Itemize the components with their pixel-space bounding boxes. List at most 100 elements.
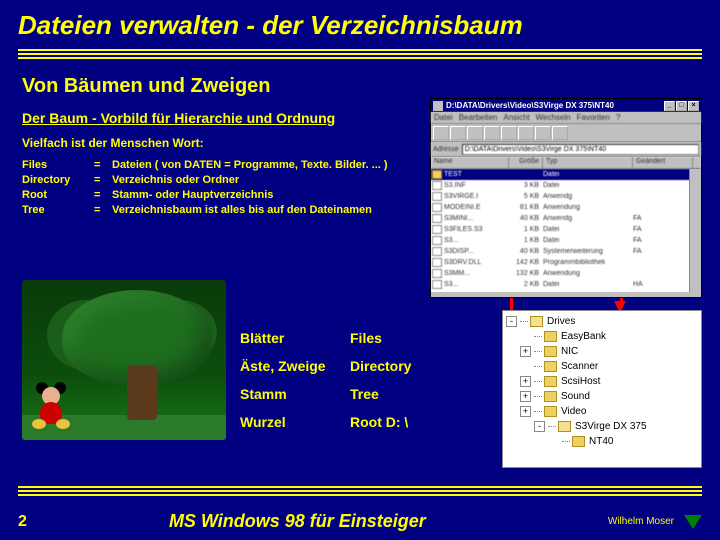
menubar[interactable]: Datei Bearbeiten Ansicht Wechseln Favori…: [431, 112, 701, 124]
folder-icon: [544, 361, 557, 372]
file-icon: [432, 269, 442, 278]
titlebar: D:\DATA\Drivers\Video\S3Virge DX 375\NT4…: [431, 99, 701, 112]
address-label: Adresse: [433, 146, 459, 153]
toolbar: [431, 124, 701, 142]
folder-icon: [544, 406, 557, 417]
file-list: Name Größe Typ Geändert TESTDateiS3.INF3…: [431, 157, 701, 292]
menu-item[interactable]: Datei: [434, 113, 453, 122]
table-row[interactable]: S3MINI...40 KBAnwendgFA: [431, 213, 701, 224]
folder-icon: [572, 436, 585, 447]
tree-node[interactable]: - S3Virge DX 375: [506, 419, 698, 434]
col-header-size[interactable]: Größe: [509, 157, 543, 168]
file-icon: [432, 236, 442, 245]
col-header-name[interactable]: Name: [431, 157, 509, 168]
tree-label: NIC: [561, 346, 578, 357]
folder-icon: [544, 346, 557, 357]
table-row[interactable]: S3VIRGE.I5 KBAnwendg: [431, 191, 701, 202]
address-input[interactable]: [462, 144, 699, 155]
author: Wilhelm Moser: [608, 516, 674, 527]
footer: 2 MS Windows 98 für Einsteiger Wilhelm M…: [0, 511, 720, 532]
table-row[interactable]: S3FILES.S31 KBDateiFA: [431, 224, 701, 235]
folder-icon: [558, 421, 571, 432]
tree-label: Video: [561, 406, 586, 417]
toolbar-button[interactable]: [552, 126, 568, 140]
tree-illustration: [22, 280, 226, 440]
tree-label: EasyBank: [561, 331, 606, 342]
menu-item[interactable]: Favoriten: [577, 113, 610, 122]
maximize-button[interactable]: □: [676, 101, 687, 111]
file-icon: [432, 203, 442, 212]
file-icon: [432, 225, 442, 234]
table-row[interactable]: MODEINI.E81 KBAnwendung: [431, 202, 701, 213]
file-icon: [432, 192, 442, 201]
file-icon: [432, 280, 442, 289]
menu-item[interactable]: ?: [616, 113, 620, 122]
folder-icon: [530, 316, 543, 327]
system-icon: [433, 101, 443, 111]
folder-icon: [544, 376, 557, 387]
tree-node[interactable]: + Video: [506, 404, 698, 419]
toolbar-button[interactable]: [484, 126, 500, 140]
tree-label: Sound: [561, 391, 590, 402]
slide-title: Dateien verwalten - der Verzeichnisbaum: [0, 0, 720, 45]
toolbar-button[interactable]: [501, 126, 517, 140]
tree-node[interactable]: EasyBank: [506, 329, 698, 344]
tree-label: NT40: [589, 436, 613, 447]
expand-icon[interactable]: +: [520, 376, 531, 387]
footer-title: MS Windows 98 für Einsteiger: [0, 511, 608, 532]
title-rules: [18, 49, 702, 59]
file-icon: [432, 181, 442, 190]
menu-item[interactable]: Bearbeiten: [459, 113, 498, 122]
expand-icon[interactable]: -: [506, 316, 517, 327]
tree-label: Scanner: [561, 361, 598, 372]
tree-panel: - Drives EasyBank + NIC Scanner + ScsiHost + Soun…: [502, 310, 702, 468]
folder-icon: [544, 391, 557, 402]
tree-label: ScsiHost: [561, 376, 600, 387]
table-row[interactable]: S3...1 KBDateiFA: [431, 235, 701, 246]
file-icon: [432, 258, 442, 267]
table-row[interactable]: S3...2 KBDateiHA: [431, 279, 701, 290]
menu-item[interactable]: Wechseln: [536, 113, 571, 122]
file-icon: [432, 214, 442, 223]
minimize-button[interactable]: _: [664, 101, 675, 111]
close-button[interactable]: ×: [688, 101, 699, 111]
expand-icon[interactable]: -: [534, 421, 545, 432]
toolbar-button[interactable]: [450, 126, 466, 140]
toolbar-button[interactable]: [535, 126, 551, 140]
table-row[interactable]: S3DRV.DLL142 KBProgrammbibliothek: [431, 257, 701, 268]
folder-icon: [432, 170, 442, 179]
toolbar-button[interactable]: [467, 126, 483, 140]
subtitle: Von Bäumen und Zweigen: [0, 61, 720, 102]
tree-node[interactable]: Scanner: [506, 359, 698, 374]
col-header-mod[interactable]: Geändert: [633, 157, 693, 168]
col-header-type[interactable]: Typ: [543, 157, 633, 168]
file-icon: [432, 247, 442, 256]
tree-node[interactable]: + Sound: [506, 389, 698, 404]
expand-icon[interactable]: +: [520, 391, 531, 402]
mickey-icon: [32, 387, 72, 432]
tree-node[interactable]: + ScsiHost: [506, 374, 698, 389]
toolbar-button[interactable]: [433, 126, 449, 140]
next-arrow-icon[interactable]: [684, 515, 702, 529]
toolbar-button[interactable]: [518, 126, 534, 140]
addressbar: Adresse: [431, 142, 701, 157]
table-row[interactable]: S3MM...132 KBAnwendung: [431, 268, 701, 279]
table-row[interactable]: S3.INF3 KBDatei: [431, 180, 701, 191]
menu-item[interactable]: Ansicht: [503, 113, 529, 122]
scrollbar[interactable]: [689, 169, 701, 292]
list-header: Name Größe Typ Geändert: [431, 157, 701, 169]
table-row[interactable]: TESTDatei: [431, 169, 701, 180]
explorer-screenshot: D:\DATA\Drivers\Video\S3Virge DX 375\NT4…: [430, 98, 702, 468]
footer-rules: [18, 486, 702, 498]
tree-node[interactable]: + NIC: [506, 344, 698, 359]
expand-icon[interactable]: +: [520, 406, 531, 417]
tree-node[interactable]: - Drives: [506, 314, 698, 329]
table-row[interactable]: S3DISP...40 KBSystemerweiterungFA: [431, 246, 701, 257]
folder-icon: [544, 331, 557, 342]
tree-node[interactable]: NT40: [506, 434, 698, 449]
def-term: Files: [22, 158, 94, 173]
expand-icon[interactable]: +: [520, 346, 531, 357]
tree-label: Drives: [547, 316, 575, 327]
explorer-window: D:\DATA\Drivers\Video\S3Virge DX 375\NT4…: [430, 98, 702, 298]
tree-label: S3Virge DX 375: [575, 421, 647, 432]
